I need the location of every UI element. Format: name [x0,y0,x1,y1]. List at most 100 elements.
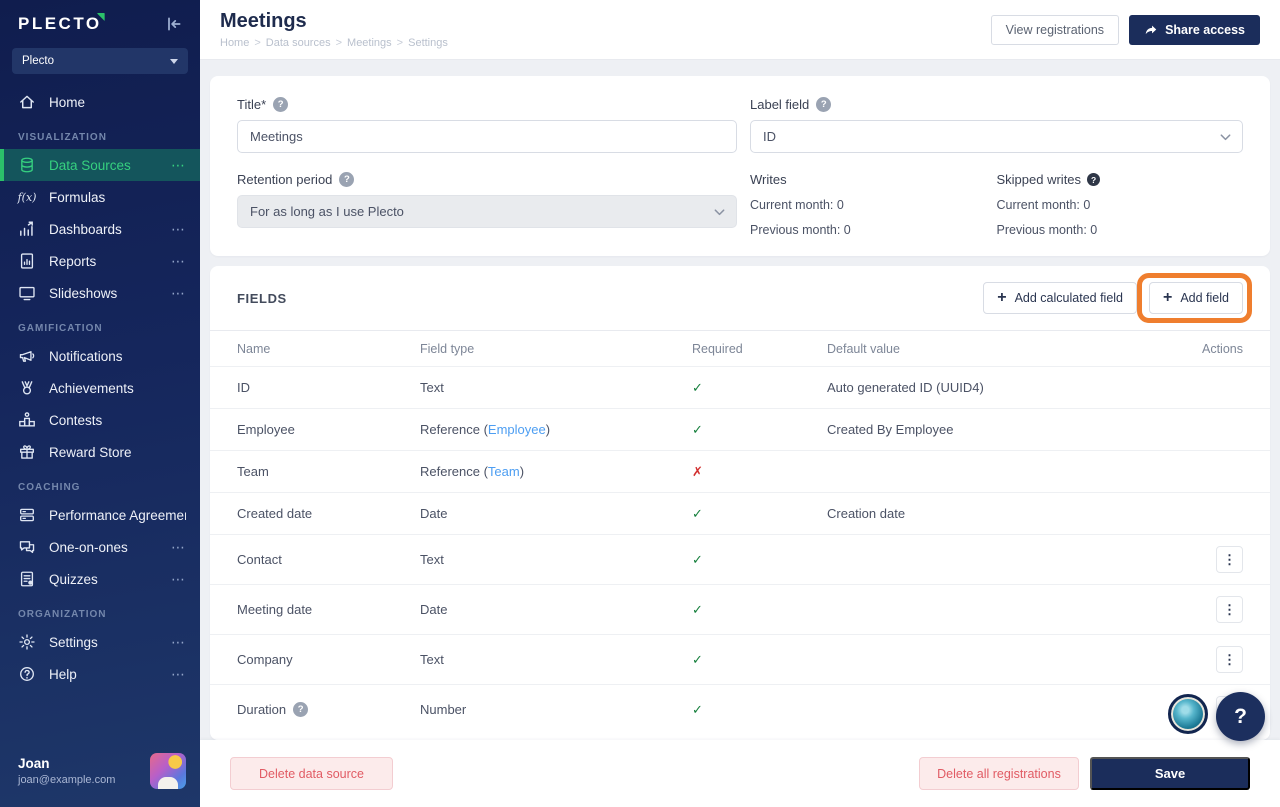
section-visualization: VISUALIZATION [0,118,200,149]
skipped-writes-current: Current month: 0 [997,198,1244,212]
sidebar-collapse-icon[interactable] [164,14,184,34]
sidebar-item-notifications[interactable]: Notifications [0,340,200,372]
gear-icon [18,634,36,650]
table-row-team: Team Reference (Team) [210,450,1270,492]
writes-label: Writes [750,172,997,187]
sidebar-item-reports[interactable]: Reports [0,245,200,277]
action-footer: Delete data source Delete all registrati… [200,740,1280,807]
more-options-icon[interactable] [171,666,186,683]
writes-current: Current month: 0 [750,198,997,212]
required-icon [692,552,703,567]
sidebar-item-data-sources[interactable]: Data Sources [0,149,200,181]
more-options-icon[interactable] [171,634,186,651]
section-gamification: GAMIFICATION [0,309,200,340]
datasource-settings-card: Title* ? Retention period ? For as long … [210,76,1270,256]
quiz-document-icon [18,571,36,587]
plecto-logo: PLECTO [18,14,102,34]
section-organization: ORGANIZATION [0,595,200,626]
share-access-button[interactable]: Share access [1129,15,1260,45]
chat-widget-avatar[interactable] [1168,694,1208,734]
plus-icon: + [1163,290,1172,306]
retention-period-label: Retention period ? [237,172,737,187]
breadcrumb-settings[interactable]: Settings [408,37,448,49]
required-icon [692,506,703,521]
help-icon[interactable]: ? [293,702,308,717]
caret-down-icon [170,59,178,64]
chat-bubbles-icon [18,539,36,555]
view-registrations-button[interactable]: View registrations [991,15,1119,45]
fields-card: FIELDS + Add calculated field + Add fiel… [210,266,1270,740]
add-field-button[interactable]: + Add field [1149,282,1243,314]
more-options-icon[interactable] [171,285,186,302]
sidebar-item-settings[interactable]: Settings [0,626,200,658]
organization-selector[interactable]: Plecto [12,48,188,74]
sidebar-item-one-on-ones[interactable]: One-on-ones [0,531,200,563]
required-icon [692,652,703,667]
writes-previous: Previous month: 0 [750,223,997,237]
sidebar-nav: Home VISUALIZATION Data Sources Formulas… [0,86,200,690]
delete-data-source-button[interactable]: Delete data source [230,757,393,790]
reference-link[interactable]: Team [488,464,520,479]
megaphone-icon [18,348,36,364]
breadcrumb-separator: > [254,37,260,49]
chart-icon [18,221,36,237]
sidebar-item-quizzes[interactable]: Quizzes [0,563,200,595]
page-header: Meetings Home> Data sources> Meetings> S… [200,0,1280,60]
required-icon [692,702,703,717]
help-icon[interactable]: ? [273,97,288,112]
section-coaching: COACHING [0,468,200,499]
required-icon [692,422,703,437]
table-row-contact: Contact Text [210,534,1270,584]
more-options-icon[interactable] [171,539,186,556]
breadcrumb-data-sources[interactable]: Data sources [266,37,331,49]
table-row-employee: Employee Reference (Employee) Created By… [210,408,1270,450]
help-icon[interactable]: ? [1087,173,1100,186]
more-options-icon[interactable] [171,571,186,588]
sidebar-item-dashboards[interactable]: Dashboards [0,213,200,245]
help-icon[interactable]: ? [816,97,831,112]
more-options-icon[interactable] [171,157,186,174]
reference-link[interactable]: Employee [488,422,546,437]
medal-icon [18,380,36,396]
podium-icon [18,412,36,428]
sidebar-item-reward-store[interactable]: Reward Store [0,436,200,468]
sidebar-item-slideshows[interactable]: Slideshows [0,277,200,309]
row-actions-kebab-icon[interactable] [1216,646,1243,673]
add-calculated-field-button[interactable]: + Add calculated field [983,282,1137,314]
gift-icon [18,444,36,460]
table-row-created-date: Created date Date Creation date [210,492,1270,534]
content: Title* ? Retention period ? For as long … [200,60,1280,807]
sidebar-item-help[interactable]: Help [0,658,200,690]
chevron-down-icon [713,206,726,219]
sidebar-item-home[interactable]: Home [0,86,200,118]
save-button[interactable]: Save [1090,757,1250,790]
sidebar-item-achievements[interactable]: Achievements [0,372,200,404]
user-name: Joan [18,756,150,771]
report-document-icon [18,253,36,269]
table-row-company: Company Text [210,634,1270,684]
sidebar: PLECTO Plecto Home VISUALIZATION Data So… [0,0,200,807]
row-actions-kebab-icon[interactable] [1216,546,1243,573]
share-icon [1144,23,1158,37]
retention-period-select[interactable]: For as long as I use Plecto [237,195,737,228]
help-widget-button[interactable]: ? [1216,692,1265,741]
sidebar-item-formulas[interactable]: Formulas [0,181,200,213]
row-actions-kebab-icon[interactable] [1216,596,1243,623]
sidebar-item-performance-agreements[interactable]: Performance Agreements [0,499,200,531]
breadcrumb-meetings[interactable]: Meetings [347,37,392,49]
title-input[interactable] [237,120,737,153]
breadcrumb-home[interactable]: Home [220,37,249,49]
home-icon [18,94,36,110]
more-options-icon[interactable] [171,221,186,238]
avatar[interactable] [150,753,186,789]
help-icon[interactable]: ? [339,172,354,187]
writes-block: Writes Current month: 0 Previous month: … [750,172,997,237]
fields-section-title: FIELDS [237,291,287,306]
sidebar-user[interactable]: Joan joan@example.com [0,745,200,807]
label-field-select[interactable]: ID [750,120,1243,153]
sidebar-item-contests[interactable]: Contests [0,404,200,436]
skipped-writes-label: Skipped writes ? [997,172,1244,187]
table-row-meeting-date: Meeting date Date [210,584,1270,634]
more-options-icon[interactable] [171,253,186,270]
delete-all-registrations-button[interactable]: Delete all registrations [919,757,1079,790]
